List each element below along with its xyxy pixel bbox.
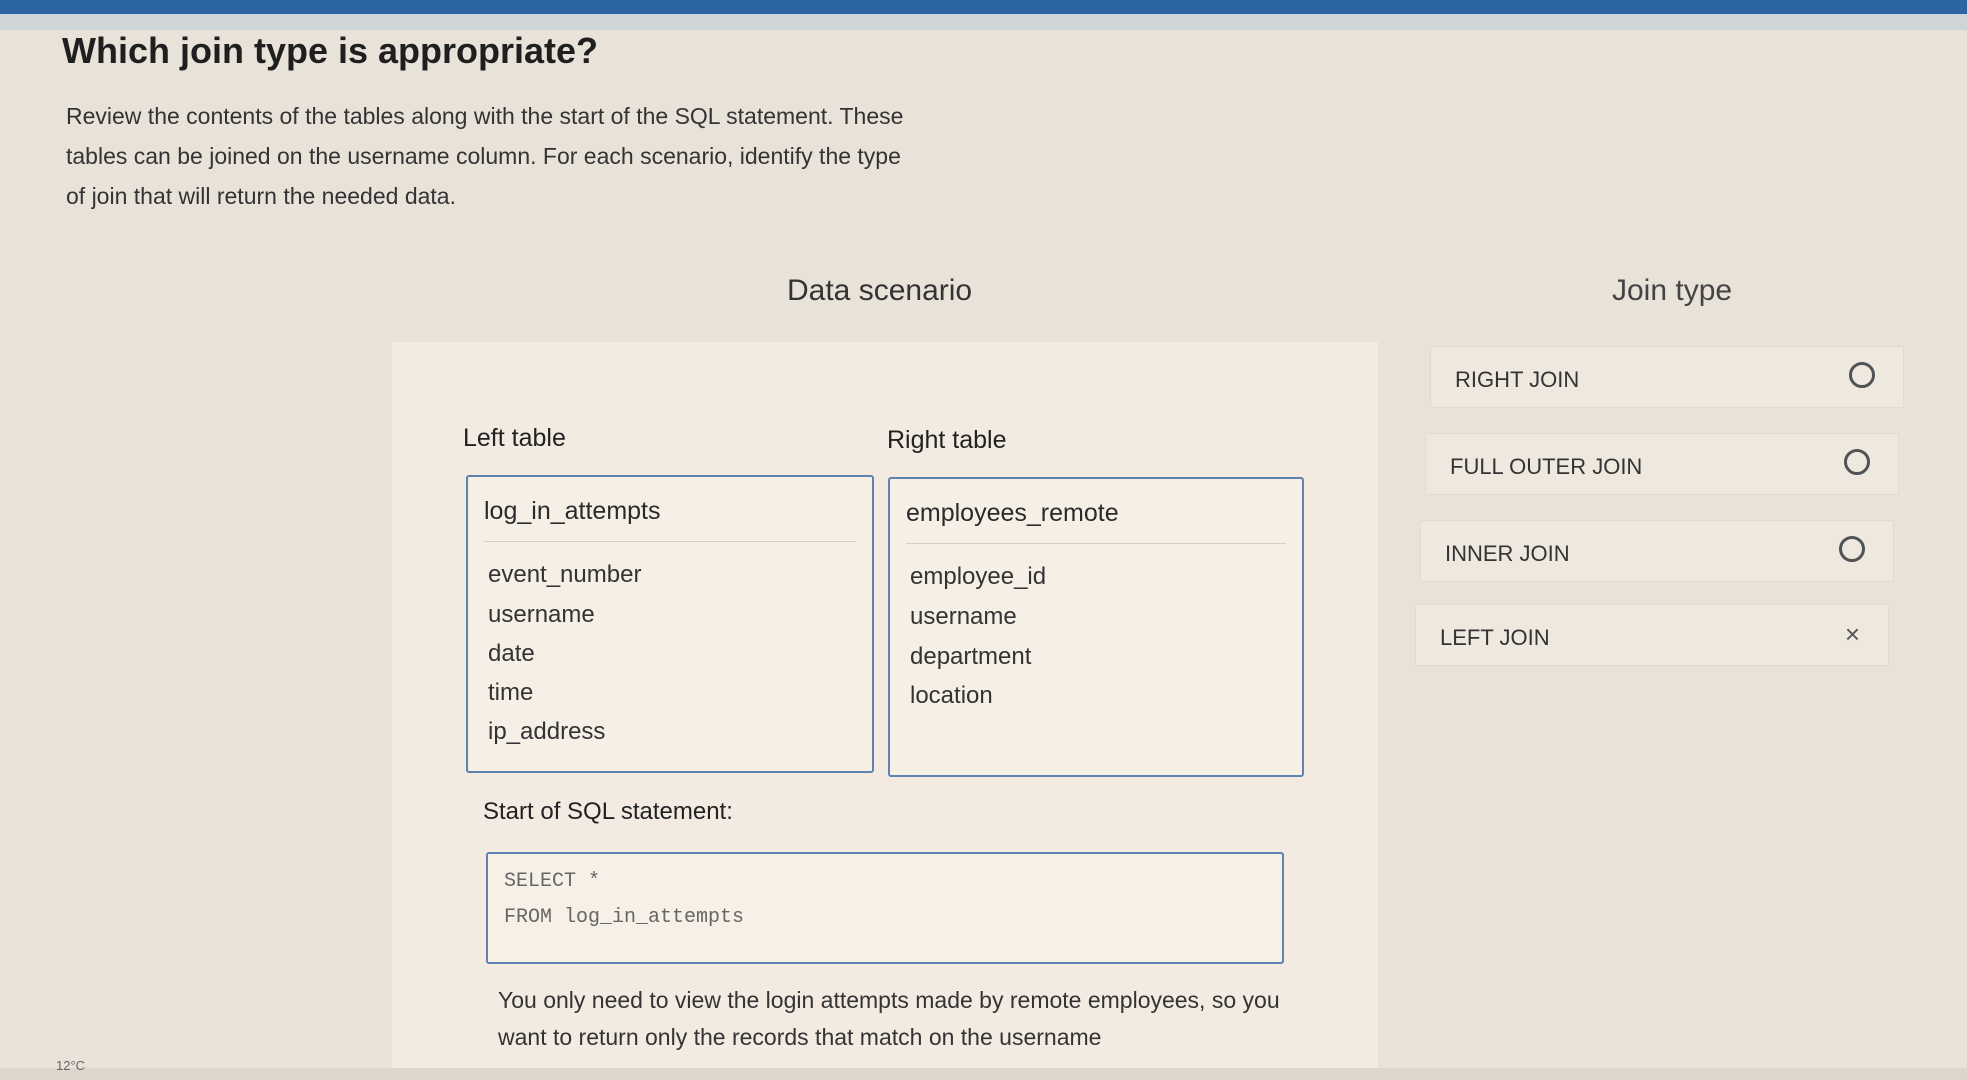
join-option-label: FULL OUTER JOIN: [1450, 454, 1643, 479]
join-option-right-join[interactable]: RIGHT JOIN: [1430, 346, 1904, 408]
left-table-field: username: [488, 601, 595, 628]
right-table-field: username: [910, 603, 1017, 630]
right-table-name: employees_remote: [906, 499, 1119, 527]
left-table-box: log_in_attempts event_number username da…: [466, 475, 874, 773]
join-option-label: INNER JOIN: [1445, 541, 1570, 566]
join-option-label: LEFT JOIN: [1440, 625, 1550, 650]
question-intro: Review the contents of the tables along …: [66, 103, 904, 209]
right-table-label: Right table: [887, 426, 1007, 454]
left-table-label: Left table: [463, 424, 566, 452]
browser-tab-strip: [0, 14, 1967, 30]
right-table-field: department: [910, 643, 1032, 670]
left-table-name: log_in_attempts: [484, 497, 661, 525]
taskbar: [0, 1068, 1967, 1080]
sql-statement-label: Start of SQL statement:: [483, 798, 733, 825]
join-type-heading: Join type: [1612, 274, 1733, 307]
left-table-divider: [484, 541, 856, 542]
radio-unselected-icon[interactable]: [1839, 536, 1865, 562]
weather-temperature[interactable]: 12°C: [56, 1058, 85, 1073]
left-table-field: ip_address: [488, 718, 606, 745]
browser-top-bar: [0, 0, 1967, 14]
join-option-inner-join[interactable]: INNER JOIN: [1420, 520, 1894, 582]
incorrect-x-icon: ×: [1844, 619, 1860, 649]
radio-unselected-icon[interactable]: [1849, 362, 1875, 388]
join-option-left-join[interactable]: LEFT JOIN ×: [1415, 604, 1889, 666]
right-table-box: employees_remote employee_id username de…: [888, 477, 1304, 777]
scenario-text: You only need to view the login attempts…: [498, 987, 1280, 1050]
data-scenario-heading: Data scenario: [787, 274, 973, 307]
radio-unselected-icon[interactable]: [1844, 449, 1870, 475]
question-title: Which join type is appropriate?: [62, 30, 599, 71]
left-table-field: event_number: [488, 561, 642, 588]
join-option-label: RIGHT JOIN: [1455, 367, 1580, 392]
sql-line: SELECT *: [504, 870, 601, 893]
right-table-divider: [906, 543, 1286, 544]
sql-code-box: SELECT * FROM log_in_attempts: [486, 852, 1284, 964]
left-table-field: time: [488, 679, 534, 706]
left-table-field: date: [488, 640, 535, 667]
right-table-field: employee_id: [910, 563, 1047, 590]
sql-line: FROM log_in_attempts: [504, 906, 745, 929]
right-table-field: location: [910, 682, 993, 709]
join-option-full-outer-join[interactable]: FULL OUTER JOIN: [1425, 433, 1899, 495]
